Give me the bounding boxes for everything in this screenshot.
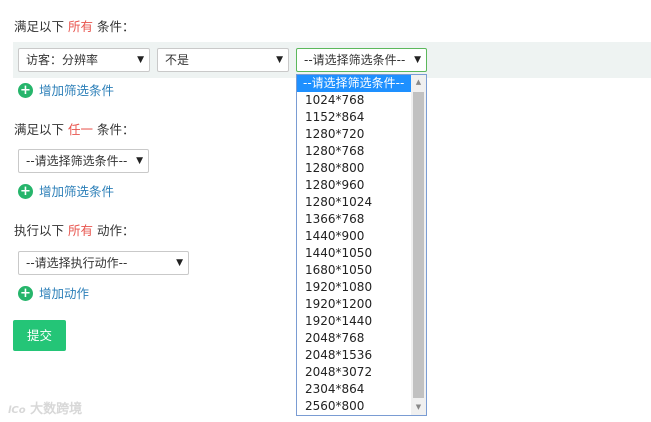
- scrollbar[interactable]: ▲ ▼: [411, 75, 426, 415]
- option-item[interactable]: 2048*1536: [297, 347, 411, 364]
- any-select-value: --请选择筛选条件--: [26, 154, 128, 168]
- option-item[interactable]: 2048*768: [297, 330, 411, 347]
- chevron-down-icon: ▼: [137, 55, 144, 65]
- submit-button[interactable]: 提交: [13, 320, 66, 351]
- heading-highlight: 所有: [68, 19, 94, 34]
- option-item[interactable]: 1440*1050: [297, 245, 411, 262]
- heading-prefix: 执行以下: [14, 223, 65, 238]
- plus-icon: +: [18, 184, 33, 199]
- option-item[interactable]: 1280*1024: [297, 194, 411, 211]
- watermark: lCo 大数跨境: [8, 398, 82, 417]
- value-dropdown-list[interactable]: --请选择筛选条件-- 1024*768 1152*864 1280*720 1280*…: [296, 74, 427, 416]
- option-item[interactable]: 1152*864: [297, 109, 411, 126]
- option-item[interactable]: 2304*864: [297, 381, 411, 398]
- heading-suffix: 条件：: [97, 122, 135, 137]
- heading-suffix: 条件：: [97, 19, 135, 34]
- add-filter-label: 增加筛选条件: [39, 184, 115, 199]
- add-filter-label: 增加筛选条件: [39, 83, 115, 98]
- field-select[interactable]: 访客：分辨率 ▼: [18, 48, 150, 72]
- scroll-thumb[interactable]: [413, 92, 424, 398]
- option-item[interactable]: 1280*768: [297, 143, 411, 160]
- heading-suffix: 动作：: [97, 223, 135, 238]
- heading-highlight: 所有: [68, 223, 94, 238]
- option-item[interactable]: 1280*960: [297, 177, 411, 194]
- option-item[interactable]: 1440*900: [297, 228, 411, 245]
- option-item[interactable]: 1920*1440: [297, 313, 411, 330]
- heading-prefix: 满足以下: [14, 19, 65, 34]
- field-select-value: 访客：分辨率: [26, 53, 99, 67]
- action-select[interactable]: --请选择执行动作-- ▼: [18, 251, 189, 275]
- section-action-heading: 执行以下 所有 动作：: [14, 220, 135, 239]
- heading-prefix: 满足以下: [14, 122, 65, 137]
- section-any-heading: 满足以下 任一 条件：: [14, 119, 135, 138]
- scroll-down-icon[interactable]: ▼: [411, 400, 426, 415]
- option-item[interactable]: 1920*1080: [297, 279, 411, 296]
- option-item[interactable]: 1280*800: [297, 160, 411, 177]
- plus-icon: +: [18, 286, 33, 301]
- scroll-up-icon[interactable]: ▲: [411, 75, 426, 90]
- option-item[interactable]: 1366*768: [297, 211, 411, 228]
- option-placeholder[interactable]: --请选择筛选条件--: [297, 75, 411, 92]
- option-item[interactable]: 1024*768: [297, 92, 411, 109]
- heading-highlight: 任一: [68, 122, 94, 137]
- action-select-value: --请选择执行动作--: [26, 256, 128, 270]
- chevron-down-icon: ▼: [414, 55, 421, 65]
- option-item[interactable]: 2560*800: [297, 398, 411, 415]
- operator-select[interactable]: 不是 ▼: [157, 48, 289, 72]
- watermark-text: 大数跨境: [30, 402, 83, 417]
- operator-select-value: 不是: [165, 53, 190, 67]
- plus-icon: +: [18, 83, 33, 98]
- option-item[interactable]: 1920*1200: [297, 296, 411, 313]
- section-all-heading: 满足以下 所有 条件：: [14, 16, 135, 35]
- chevron-down-icon: ▼: [176, 258, 183, 268]
- value-select[interactable]: --请选择筛选条件-- ▼: [296, 48, 427, 72]
- value-select-value: --请选择筛选条件--: [304, 53, 406, 67]
- option-item[interactable]: 1280*720: [297, 126, 411, 143]
- any-condition-select[interactable]: --请选择筛选条件-- ▼: [18, 149, 149, 173]
- chevron-down-icon: ▼: [136, 156, 143, 166]
- option-item[interactable]: 1680*1050: [297, 262, 411, 279]
- chevron-down-icon: ▼: [276, 55, 283, 65]
- add-action-label: 增加动作: [39, 286, 90, 301]
- option-item[interactable]: 2048*3072: [297, 364, 411, 381]
- option-list: --请选择筛选条件-- 1024*768 1152*864 1280*720 1280*…: [297, 75, 411, 415]
- logo-icon: lCo: [8, 405, 26, 416]
